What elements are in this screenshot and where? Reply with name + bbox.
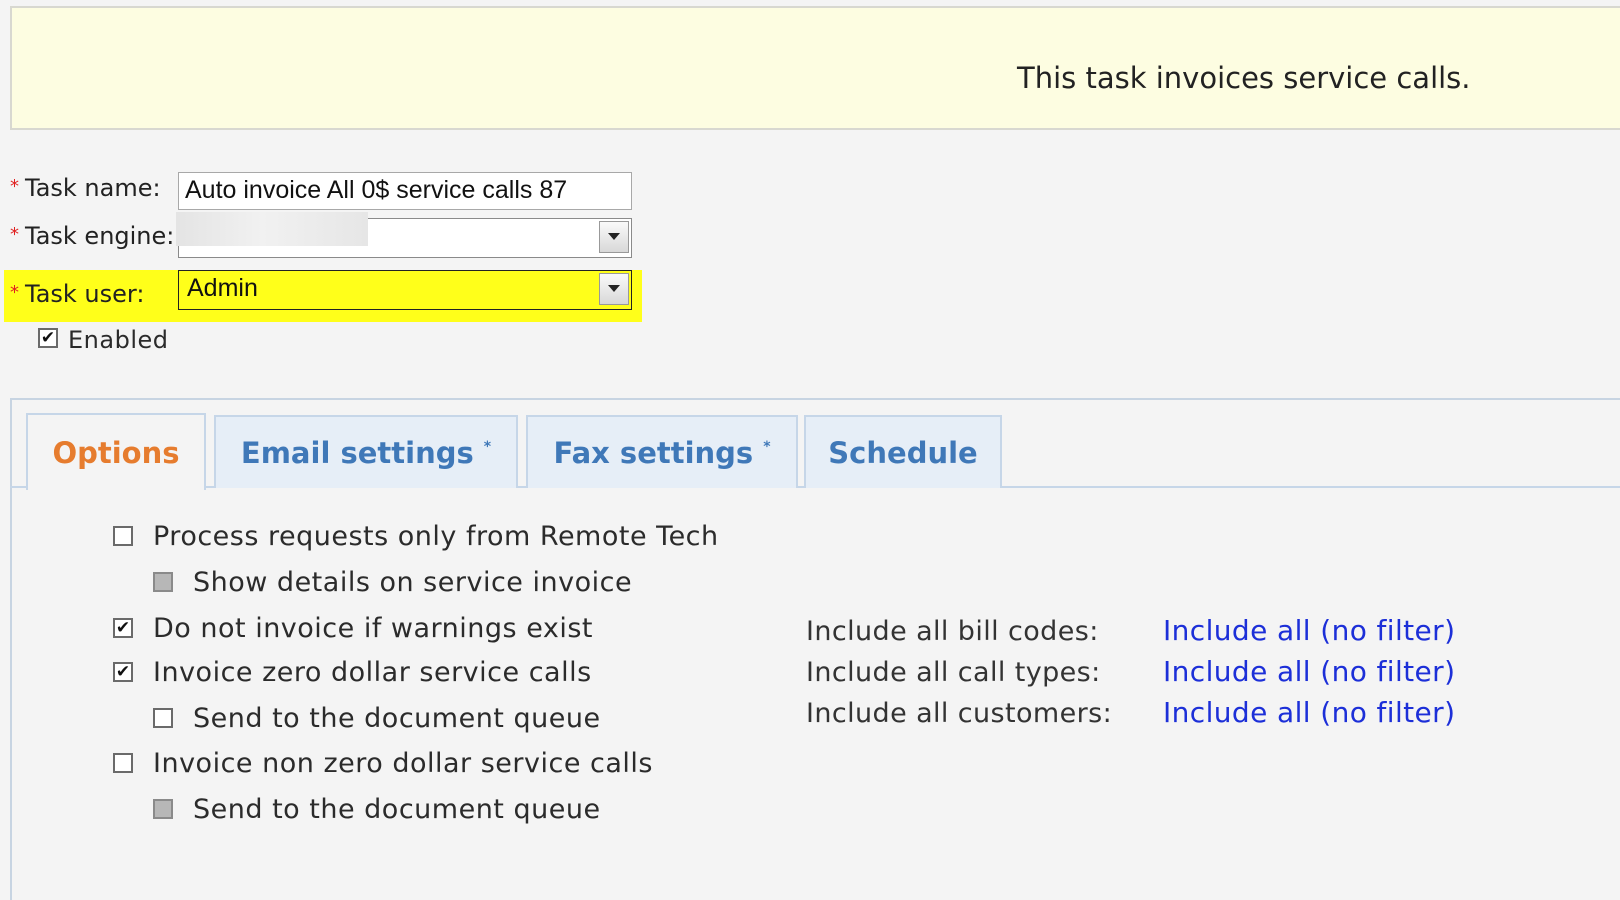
required-marker: * <box>10 176 19 197</box>
show-details-label: Show details on service invoice <box>193 567 633 598</box>
zero-send-queue-checkbox[interactable] <box>153 708 173 728</box>
chevron-down-icon <box>608 233 620 240</box>
tab-options[interactable]: Options <box>26 413 206 490</box>
tab-modified-marker: * <box>483 438 492 455</box>
invoice-non-zero-checkbox[interactable] <box>113 753 133 773</box>
redacted-engine-value <box>176 212 368 246</box>
required-marker: * <box>10 282 19 303</box>
customers-filter-label: Include all customers: <box>806 698 1113 729</box>
call-types-filter-link[interactable]: Include all (no filter) <box>1163 655 1455 688</box>
dropdown-arrow-button[interactable] <box>599 273 629 305</box>
invoice-non-zero-label: Invoice non zero dollar service calls <box>153 748 653 779</box>
tab-modified-marker: * <box>763 438 771 455</box>
enabled-checkbox[interactable]: ✔ <box>38 328 58 348</box>
non-zero-send-queue-label: Send to the document queue <box>193 794 601 825</box>
tab-email-settings[interactable]: Email settings * <box>214 415 518 488</box>
task-user-select[interactable]: Admin <box>178 270 632 310</box>
zero-send-queue-label: Send to the document queue <box>193 703 601 734</box>
process-remote-tech-label: Process requests only from Remote Tech <box>153 521 719 552</box>
info-banner: This task invoices service calls. <box>10 6 1620 130</box>
bill-codes-filter-label: Include all bill codes: <box>806 616 1099 647</box>
task-engine-label: * Task engine: <box>10 222 175 250</box>
task-name-input[interactable]: Auto invoice All 0$ service calls 87 <box>178 172 632 210</box>
tab-fax-settings[interactable]: Fax settings * <box>526 415 798 488</box>
process-remote-tech-checkbox[interactable] <box>113 526 133 546</box>
call-types-filter-label: Include all call types: <box>806 657 1101 688</box>
enabled-label: Enabled <box>68 326 169 354</box>
no-invoice-warnings-checkbox[interactable]: ✔ <box>113 618 133 638</box>
show-details-checkbox <box>153 572 173 592</box>
bill-codes-filter-link[interactable]: Include all (no filter) <box>1163 614 1455 647</box>
tab-schedule[interactable]: Schedule <box>804 415 1002 488</box>
no-invoice-warnings-label: Do not invoice if warnings exist <box>153 613 593 644</box>
dropdown-arrow-button[interactable] <box>599 221 629 253</box>
customers-filter-link[interactable]: Include all (no filter) <box>1163 696 1455 729</box>
banner-text: This task invoices service calls. <box>1017 61 1471 95</box>
task-name-label: * Task name: <box>10 174 161 202</box>
non-zero-send-queue-checkbox <box>153 799 173 819</box>
required-marker: * <box>10 224 19 245</box>
chevron-down-icon <box>608 285 620 292</box>
task-user-label: * Task user: <box>10 280 145 308</box>
invoice-zero-dollar-label: Invoice zero dollar service calls <box>153 657 592 688</box>
invoice-zero-dollar-checkbox[interactable]: ✔ <box>113 662 133 682</box>
task-user-value: Admin <box>187 274 258 302</box>
